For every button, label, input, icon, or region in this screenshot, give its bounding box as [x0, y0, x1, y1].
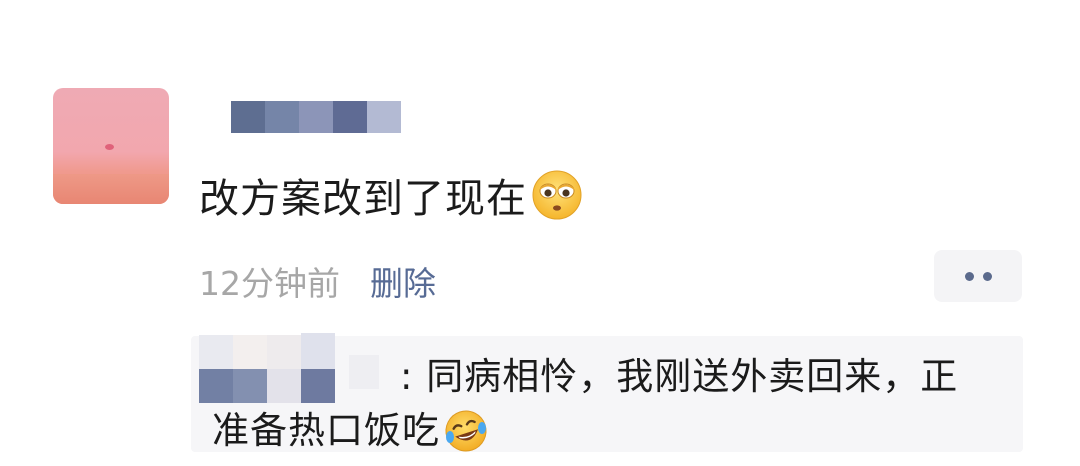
more-dots-icon [964, 271, 974, 281]
delete-link[interactable]: 删除 [370, 257, 436, 305]
comment-line2-wrap: 准备热口饭吃 [212, 404, 1012, 458]
mosaic-block [231, 101, 265, 133]
more-actions-button[interactable] [934, 250, 1022, 302]
more-dots-icon [982, 271, 992, 281]
mosaic-block [367, 101, 401, 133]
post-timestamp: 12分钟前 [199, 264, 340, 303]
avatar[interactable] [53, 88, 169, 204]
post-content: 改方案改到了现在 [199, 166, 583, 224]
mosaic-block [265, 101, 299, 133]
post-meta: 12分钟前 删除 [199, 257, 436, 305]
comment-text-line2: 准备热口饭吃 [212, 409, 440, 452]
post-text: 改方案改到了现在 [199, 176, 527, 222]
avatar-sea [53, 174, 169, 204]
comment-text-line1: : 同病相怜，我刚送外卖回来，正 [400, 355, 959, 398]
avatar-sun [105, 144, 114, 150]
author-name-mosaic[interactable] [231, 101, 401, 133]
comment-content[interactable]: : 同病相怜，我刚送外卖回来，正 准备热口饭吃 [212, 350, 1012, 458]
rolling-eyes-face-emoji [532, 170, 582, 220]
laughing-crying-face-emoji [445, 410, 487, 452]
mosaic-block [299, 101, 333, 133]
moments-post: 改方案改到了现在 12分钟前 删除: 同病相怜，我刚送外卖回来，正 准备热口饭… [0, 0, 1080, 466]
mosaic-block [333, 101, 367, 133]
